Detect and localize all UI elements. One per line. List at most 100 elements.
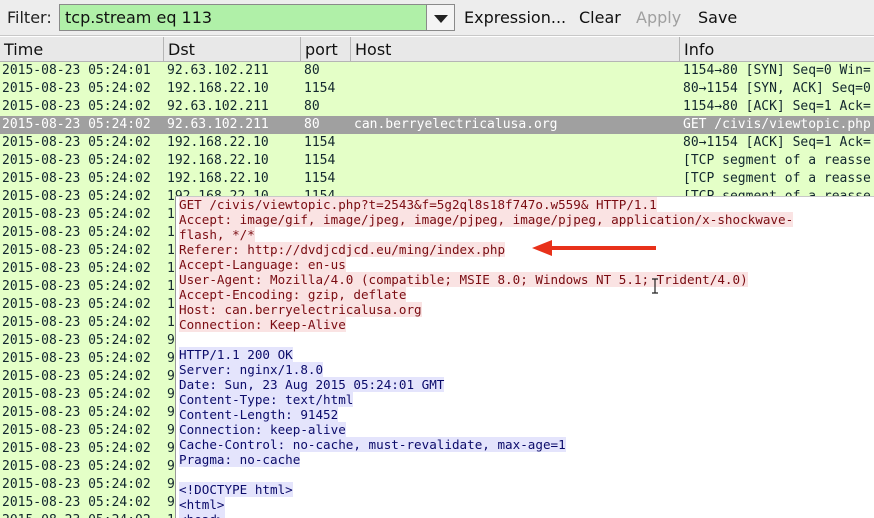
packet-info: [TCP segment of a reasse [683, 153, 871, 168]
packet-host [354, 80, 678, 98]
packet-time: 2015-08-23 05:24:02 [2, 135, 151, 150]
packet-time: 2015-08-23 05:24:02 [2, 189, 151, 204]
client-stream-line: Accept: image/gif, image/jpeg, image/pjp… [179, 212, 794, 227]
packet-port: 1154 [304, 153, 336, 168]
packet-time: 2015-08-23 05:24:02 [2, 153, 151, 168]
packet-host [354, 152, 678, 170]
packet-time: 2015-08-23 05:24:02 [2, 477, 151, 492]
packet-row[interactable]: 2015-08-23 05:24:02 92.63.102.211 80 can.be… [0, 116, 874, 134]
stream-text: Accept-Encoding: gzip, deflate [179, 287, 407, 302]
client-stream-line: GET /civis/viewtopic.php?t=2543&f=5g2ql8… [179, 197, 657, 212]
packet-port: 1154 [304, 135, 336, 150]
client-stream-line: Connection: Keep-Alive [179, 317, 346, 332]
packet-time: 2015-08-23 05:24:02 [2, 495, 151, 510]
stream-text: Connection: keep-alive [179, 422, 346, 437]
stream-text: Pragma: no-cache [179, 452, 301, 467]
packet-info: 1154→80 [SYN] Seq=0 Win= [683, 63, 871, 78]
packet-port: 80 [304, 63, 320, 78]
packet-info: 80→1154 [ACK] Seq=1 Ack= [683, 135, 871, 150]
packet-time: 2015-08-23 05:24:02 [2, 279, 151, 294]
stream-text: <!DOCTYPE html> [179, 482, 293, 497]
display-filter-input[interactable]: tcp.stream eq 113 [59, 4, 427, 31]
packet-host [354, 98, 678, 116]
packet-time: 2015-08-23 05:24:02 [2, 351, 151, 366]
expression-button[interactable]: Expression... [464, 8, 566, 27]
save-button[interactable]: Save [698, 8, 737, 27]
client-stream-line: Accept-Language: en-us [179, 257, 346, 272]
packet-row[interactable]: 2015-08-23 05:24:02 192.168.22.10 1154 80→1… [0, 80, 874, 98]
server-stream-line: HTTP/1.1 200 OK [179, 347, 293, 362]
packet-list-header: Time Dst port Host Info [0, 37, 874, 62]
chevron-down-icon [434, 15, 448, 23]
server-stream-line: Pragma: no-cache [179, 452, 301, 467]
packet-dst: 92.63.102.211 [167, 117, 269, 132]
packet-port: 80 [304, 99, 320, 114]
packet-dst: 192.168.22.10 [167, 135, 269, 150]
packet-row[interactable]: 2015-08-23 05:24:02 92.63.102.211 80 1154→8… [0, 98, 874, 116]
stream-text: HTTP/1.1 200 OK [179, 347, 293, 362]
packet-row[interactable]: 2015-08-23 05:24:01 92.63.102.211 80 1154→8… [0, 62, 874, 80]
text-cursor-icon [652, 278, 658, 294]
stream-text: Host: can.berryelectricalusa.org [179, 302, 422, 317]
packet-dst: 192.168.22.10 [167, 81, 269, 96]
stream-text: Accept: image/gif, image/jpeg, image/pjp… [179, 212, 794, 227]
stream-text: Content-Type: text/html [179, 392, 354, 407]
client-stream-line: User-Agent: Mozilla/4.0 (compatible; MSI… [179, 272, 748, 287]
packet-time: 2015-08-23 05:24:02 [2, 171, 151, 186]
stream-text: Accept-Language: en-us [179, 257, 346, 272]
client-stream-line: Host: can.berryelectricalusa.org [179, 302, 422, 317]
stream-text: <head> [179, 512, 225, 518]
stream-text: Content-Length: 91452 [179, 407, 339, 422]
packet-row[interactable]: 2015-08-23 05:24:02 192.168.22.10 1154 [TCP… [0, 170, 874, 188]
packet-time: 2015-08-23 05:24:02 [2, 405, 151, 420]
server-stream-line: Date: Sun, 23 Aug 2015 05:24:01 GMT [179, 377, 445, 392]
column-header-port[interactable]: port [301, 37, 351, 61]
filter-history-dropdown[interactable] [427, 4, 455, 31]
packet-info: 80→1154 [SYN, ACK] Seq=0 [683, 81, 871, 96]
packet-row[interactable]: 2015-08-23 05:24:02 192.168.22.10 1154 [TCP… [0, 152, 874, 170]
client-stream-line: flash, */* [179, 227, 255, 242]
server-stream-line: Cache-Control: no-cache, must-revalidate… [179, 437, 566, 452]
packet-time: 2015-08-23 05:24:02 [2, 117, 151, 132]
server-stream-line: Content-Type: text/html [179, 392, 354, 407]
packet-host [354, 170, 678, 188]
clear-button[interactable]: Clear [579, 8, 621, 27]
packet-time: 2015-08-23 05:24:02 [2, 423, 151, 438]
packet-host: can.berryelectricalusa.org [354, 117, 558, 132]
packet-time: 2015-08-23 05:24:02 [2, 81, 151, 96]
stream-text: GET /civis/viewtopic.php?t=2543&f=5g2ql8… [179, 197, 657, 212]
packet-row[interactable]: 2015-08-23 05:24:02 192.168.22.10 1154 80→1… [0, 134, 874, 152]
client-stream-line: Referer: http://dvdjcdjcd.eu/ming/index.… [179, 242, 506, 257]
packet-port: 1154 [304, 81, 336, 96]
packet-time: 2015-08-23 05:24:02 [2, 459, 151, 474]
column-header-info[interactable]: Info [680, 37, 874, 61]
stream-text: Date: Sun, 23 Aug 2015 05:24:01 GMT [179, 377, 445, 392]
stream-text: User-Agent: Mozilla/4.0 (compatible; MSI… [179, 272, 748, 287]
packet-time: 2015-08-23 05:24:02 [2, 225, 151, 240]
packet-port: 1154 [304, 171, 336, 186]
server-stream-line: Content-Length: 91452 [179, 407, 339, 422]
packet-time: 2015-08-23 05:24:02 [2, 297, 151, 312]
stream-text: Server: nginx/1.8.0 [179, 362, 324, 377]
packet-time: 2015-08-23 05:24:02 [2, 243, 151, 258]
stream-text: <html> [179, 497, 225, 512]
server-stream-line: Connection: keep-alive [179, 422, 346, 437]
packet-info: GET /civis/viewtopic.php [683, 117, 871, 132]
packet-time: 2015-08-23 05:24:02 [2, 261, 151, 276]
packet-time: 2015-08-23 05:24:02 [2, 441, 151, 456]
packet-info: [TCP segment of a reasse [683, 171, 871, 186]
stream-text: Referer: http://dvdjcdjcd.eu/ming/index.… [179, 242, 506, 257]
packet-time: 2015-08-23 05:24:02 [2, 207, 151, 222]
follow-tcp-stream-view: GET /civis/viewtopic.php?t=2543&f=5g2ql8… [175, 196, 874, 518]
column-header-host[interactable]: Host [351, 37, 680, 61]
client-stream-line: Accept-Encoding: gzip, deflate [179, 287, 407, 302]
packet-port: 80 [304, 117, 320, 132]
column-header-time[interactable]: Time [0, 37, 164, 61]
packet-time: 2015-08-23 05:24:02 [2, 512, 162, 518]
column-header-dst[interactable]: Dst [164, 37, 301, 61]
apply-button[interactable]: Apply [636, 8, 681, 27]
server-stream-line: <head> [179, 512, 225, 518]
red-arrow-annotation [532, 240, 656, 256]
packet-time: 2015-08-23 05:24:02 [2, 315, 151, 330]
packet-dst: 192.168.22.10 [167, 153, 269, 168]
